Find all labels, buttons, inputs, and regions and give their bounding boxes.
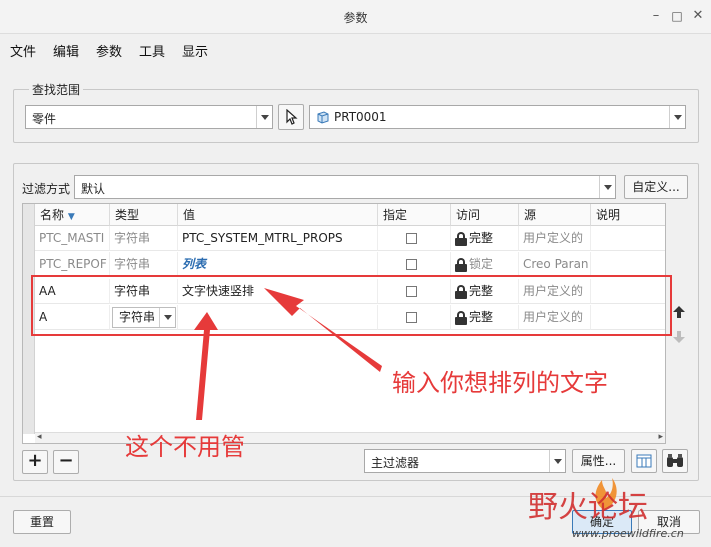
binoculars-icon — [667, 454, 683, 467]
scope-label: 查找范围 — [29, 81, 84, 98]
table-columns-icon — [636, 454, 652, 468]
minimize-button[interactable]: – — [646, 6, 666, 26]
column-header-access[interactable]: 访问 — [451, 204, 519, 226]
lock-icon — [455, 257, 467, 272]
menu-bar: 文件 编辑 参数 工具 显示 — [0, 36, 711, 62]
menu-edit[interactable]: 编辑 — [53, 41, 79, 60]
close-button[interactable]: ✕ — [688, 6, 708, 26]
column-header-name[interactable]: 名称 ▼ — [35, 204, 110, 226]
model-select[interactable]: PRT0001 — [309, 105, 686, 129]
scroll-right-icon[interactable]: ▸ — [658, 432, 663, 442]
column-header-source[interactable]: 源 — [519, 204, 591, 226]
watermark-text: 野火论坛 — [528, 490, 648, 525]
part-model-icon — [317, 111, 329, 124]
watermark-url: www.proewildfire.cn — [572, 527, 684, 540]
cell-value[interactable]: 列表 — [178, 252, 378, 277]
column-header-description[interactable]: 说明 — [591, 204, 665, 226]
reset-button[interactable]: 重置 — [13, 510, 71, 534]
cell-source: Creo Paran — [519, 252, 591, 277]
cell-source: 用户定义的 — [519, 226, 591, 251]
sort-down-icon: ▼ — [67, 212, 75, 222]
scroll-left-icon[interactable]: ◂ — [37, 432, 42, 442]
watermark-logo: 野火论坛 www.proewildfire.cn — [528, 478, 708, 544]
remove-parameter-button[interactable]: − — [53, 450, 79, 474]
cell-name[interactable]: PTC_MASTI — [35, 226, 110, 251]
title-bar: 参数 – □ ✕ — [0, 0, 711, 34]
columns-button[interactable] — [631, 449, 657, 473]
cell-description[interactable] — [591, 226, 665, 251]
main-filter-select[interactable]: 主过滤器 — [364, 449, 566, 473]
menu-tools[interactable]: 工具 — [139, 41, 165, 60]
cell-type[interactable]: 字符串 — [110, 252, 178, 277]
cell-designate[interactable] — [378, 226, 451, 251]
move-down-icon[interactable] — [672, 330, 686, 344]
model-value: PRT0001 — [334, 110, 387, 124]
cell-designate[interactable] — [378, 252, 451, 277]
cursor-arrow-icon — [286, 108, 298, 125]
menu-display[interactable]: 显示 — [182, 41, 208, 60]
menu-file[interactable]: 文件 — [10, 41, 36, 60]
highlight-box — [31, 275, 672, 336]
lock-icon — [455, 231, 467, 246]
move-up-icon[interactable] — [672, 305, 686, 319]
annotation-input-text: 输入你想排列的文字 — [392, 369, 608, 397]
chevron-down-icon — [599, 176, 615, 198]
select-pointer-button[interactable] — [278, 104, 304, 130]
column-header-value[interactable]: 值 — [178, 204, 378, 226]
column-header-type[interactable]: 类型 — [110, 204, 178, 226]
cell-type[interactable]: 字符串 — [110, 226, 178, 251]
cell-access[interactable]: 锁定 — [451, 252, 519, 277]
chevron-down-icon — [256, 106, 272, 128]
add-parameter-button[interactable]: + — [22, 450, 48, 474]
properties-button[interactable]: 属性... — [572, 449, 625, 473]
scope-type-value: 零件 — [32, 112, 57, 126]
cell-value[interactable]: PTC_SYSTEM_MTRL_PROPS — [178, 226, 378, 251]
filter-select[interactable]: 默认 — [74, 175, 616, 199]
menu-parameters[interactable]: 参数 — [96, 41, 122, 60]
designate-checkbox[interactable] — [406, 259, 417, 270]
list-link[interactable]: 列表 — [182, 257, 206, 271]
chevron-down-icon — [549, 450, 565, 472]
cell-description[interactable] — [591, 252, 665, 277]
cell-access[interactable]: 完整 — [451, 226, 519, 251]
filter-label: 过滤方式 — [22, 182, 71, 196]
chevron-down-icon — [669, 106, 685, 128]
main-filter-value: 主过滤器 — [371, 456, 420, 470]
window-title: 参数 — [343, 11, 368, 25]
access-label: 锁定 — [469, 257, 494, 271]
column-name-label: 名称 — [40, 208, 65, 222]
access-label: 完整 — [469, 231, 494, 245]
annotation-ignore: 这个不用管 — [125, 433, 245, 461]
find-button[interactable] — [662, 449, 688, 473]
filter-value: 默认 — [81, 182, 106, 196]
scope-type-select[interactable]: 零件 — [25, 105, 273, 129]
cell-name[interactable]: PTC_REPOF — [35, 252, 110, 277]
maximize-button[interactable]: □ — [667, 6, 687, 26]
column-header-designate[interactable]: 指定 — [378, 204, 451, 226]
designate-checkbox[interactable] — [406, 233, 417, 244]
customize-button[interactable]: 自定义... — [624, 175, 688, 199]
